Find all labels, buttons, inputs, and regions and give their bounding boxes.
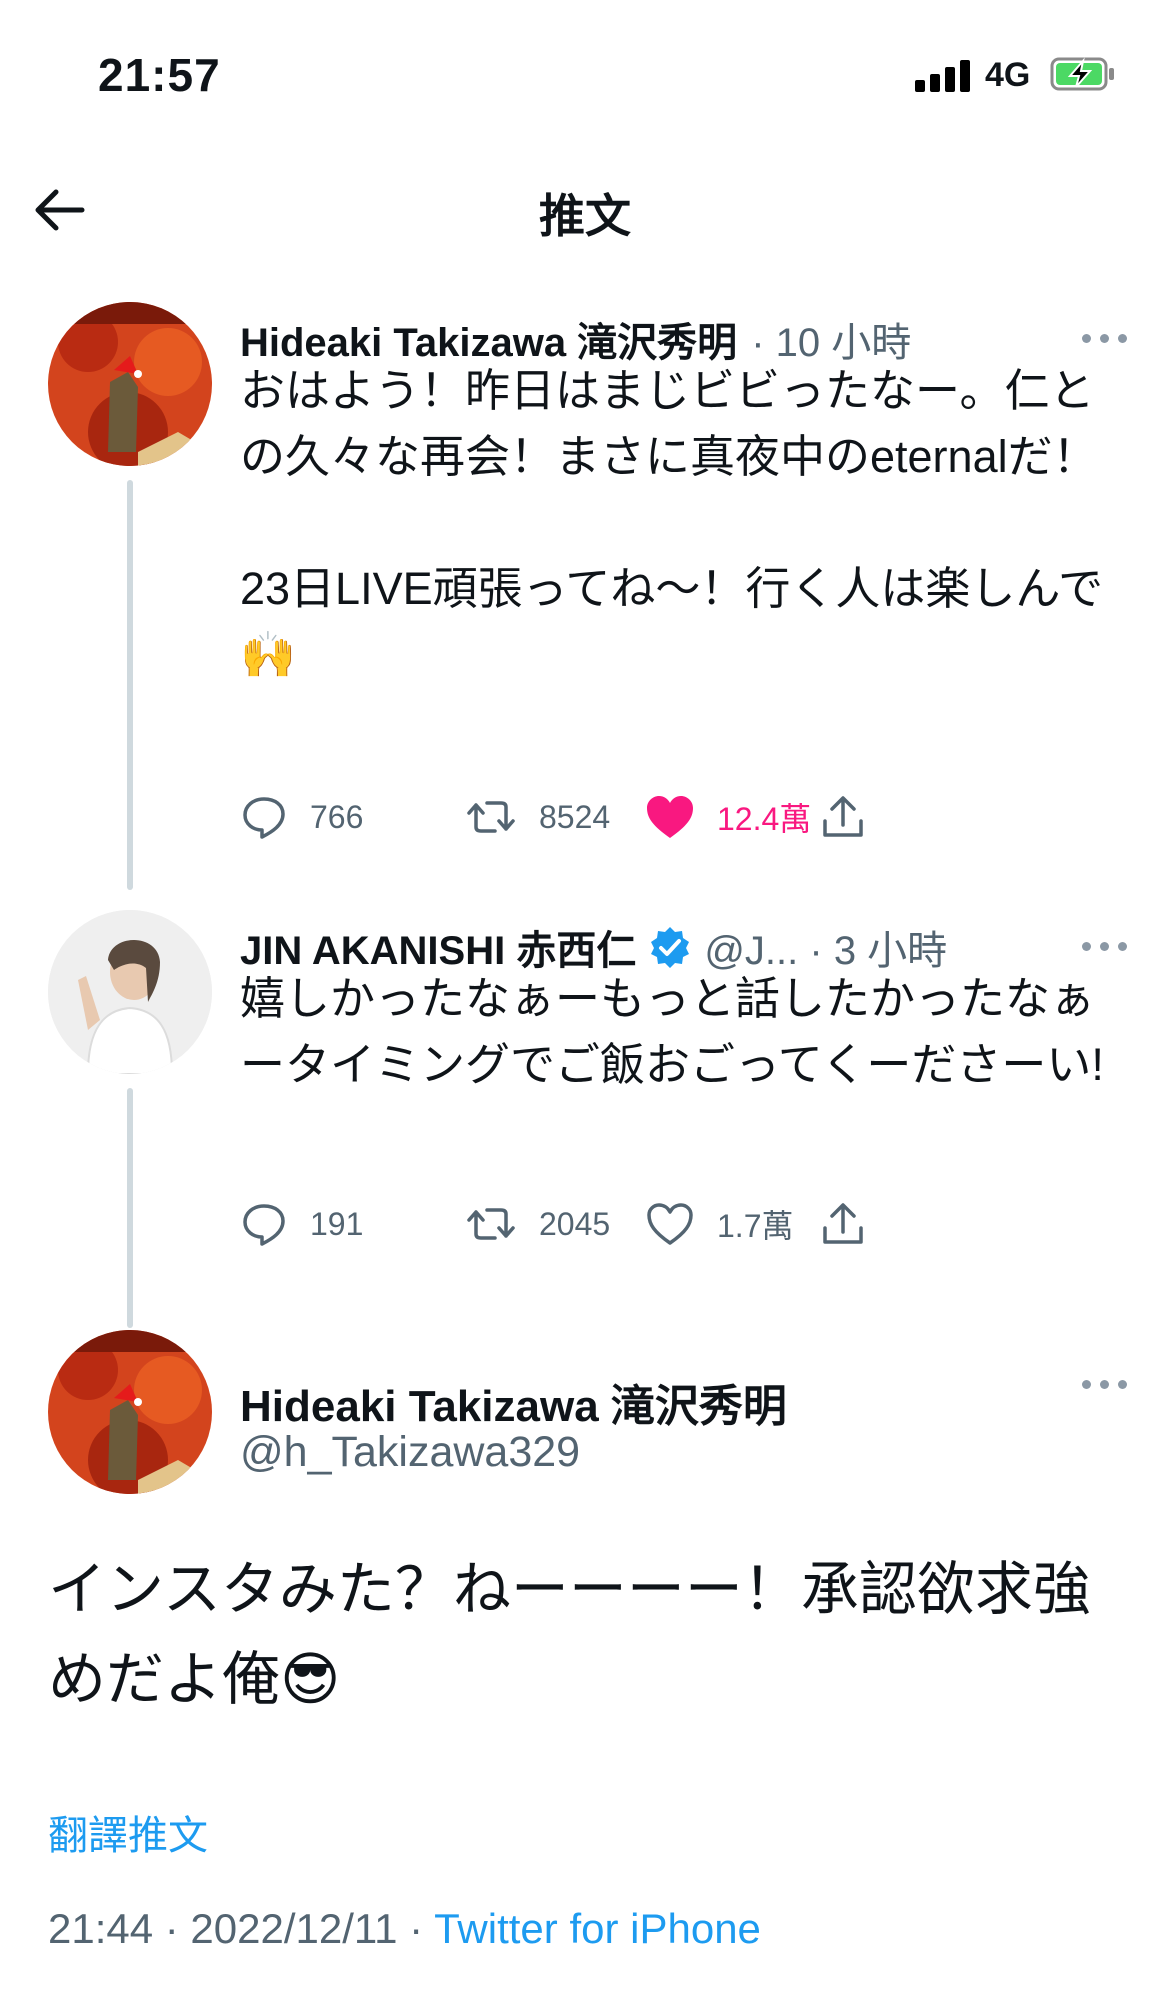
reply-button[interactable]: 766 — [240, 787, 363, 847]
translate-tweet-link[interactable]: 翻譯推文 — [48, 1803, 208, 1861]
share-icon — [823, 796, 863, 837]
share-button[interactable] — [820, 787, 888, 847]
source-link[interactable]: Twitter for iPhone — [434, 1905, 761, 1952]
like-count: 12.4萬 — [717, 801, 812, 837]
thread-connector — [127, 480, 133, 890]
reply-icon — [243, 1204, 285, 1246]
heart-filled-icon — [647, 796, 693, 838]
tweet-actions: 766 8524 12.4萬 — [240, 787, 1120, 847]
page-title: 推文 — [539, 190, 631, 242]
heart-outline-icon — [647, 1203, 693, 1245]
reply-count: 191 — [310, 1205, 364, 1242]
share-button[interactable] — [820, 1194, 888, 1254]
retweet-button[interactable]: 8524 — [465, 787, 610, 847]
verified-badge-icon — [651, 927, 690, 968]
thread-connector — [127, 1088, 133, 1328]
status-time: 21:57 — [98, 49, 221, 101]
tweet-text: インスタみた？ねーーーー！承認欲求強めだよ俺😎 — [48, 1557, 1091, 1712]
retweet-count: 8524 — [539, 798, 611, 835]
more-options-button[interactable] — [1080, 322, 1130, 352]
like-count: 1.7萬 — [717, 1208, 794, 1244]
tweet-actions: 191 2045 1.7萬 — [240, 1194, 1120, 1254]
retweet-button[interactable]: 2045 — [465, 1194, 610, 1254]
tweet-text: おはよう！昨日はまじビビったなー。仁との久々な再会！まさに真夜中のeternal… — [240, 365, 1104, 680]
timestamp-text: 21:44 · 2022/12/11 · — [48, 1905, 435, 1952]
reply-icon — [243, 797, 285, 839]
nav-bar: 推文 — [0, 150, 1170, 270]
avatar[interactable] — [48, 1330, 212, 1494]
retweet-count: 2045 — [539, 1205, 611, 1242]
like-button[interactable]: 1.7萬 — [645, 1194, 794, 1254]
thread-tweet[interactable]: Hideaki Takizawa 滝沢秀明 · 10 小時 おはよう！昨日はまじ… — [0, 300, 1170, 890]
like-button[interactable]: 12.4萬 — [645, 787, 811, 847]
more-options-button[interactable] — [1080, 1368, 1130, 1398]
share-icon — [823, 1203, 863, 1244]
reply-button[interactable]: 191 — [240, 1194, 363, 1254]
retweet-icon — [467, 801, 515, 833]
network-type: 4G — [985, 56, 1031, 94]
avatar[interactable] — [48, 910, 212, 1074]
tweet-text: 嬉しかったなぁーもっと話したかったなぁータイミングでご飯おごってくーださーい! — [240, 973, 1104, 1090]
reply-count: 766 — [310, 798, 364, 835]
retweet-icon — [467, 1208, 515, 1240]
cellular-signal-icon — [915, 60, 975, 92]
status-bar: 21:57 4G — [0, 0, 1170, 150]
user-handle[interactable]: @h_Takizawa329 — [240, 1428, 580, 1477]
tweet-timestamp: 21:44 · 2022/12/11 · Twitter for iPhone — [48, 1905, 761, 1953]
display-name[interactable]: Hideaki Takizawa 滝沢秀明 — [240, 1370, 787, 1434]
thread-tweet[interactable]: JIN AKANISHI 赤西仁 @J... · 3 小時 嬉しかったなぁーもっ… — [0, 908, 1170, 1328]
more-options-button[interactable] — [1080, 930, 1130, 960]
battery-charging-icon — [1050, 57, 1114, 91]
avatar[interactable] — [48, 302, 212, 466]
